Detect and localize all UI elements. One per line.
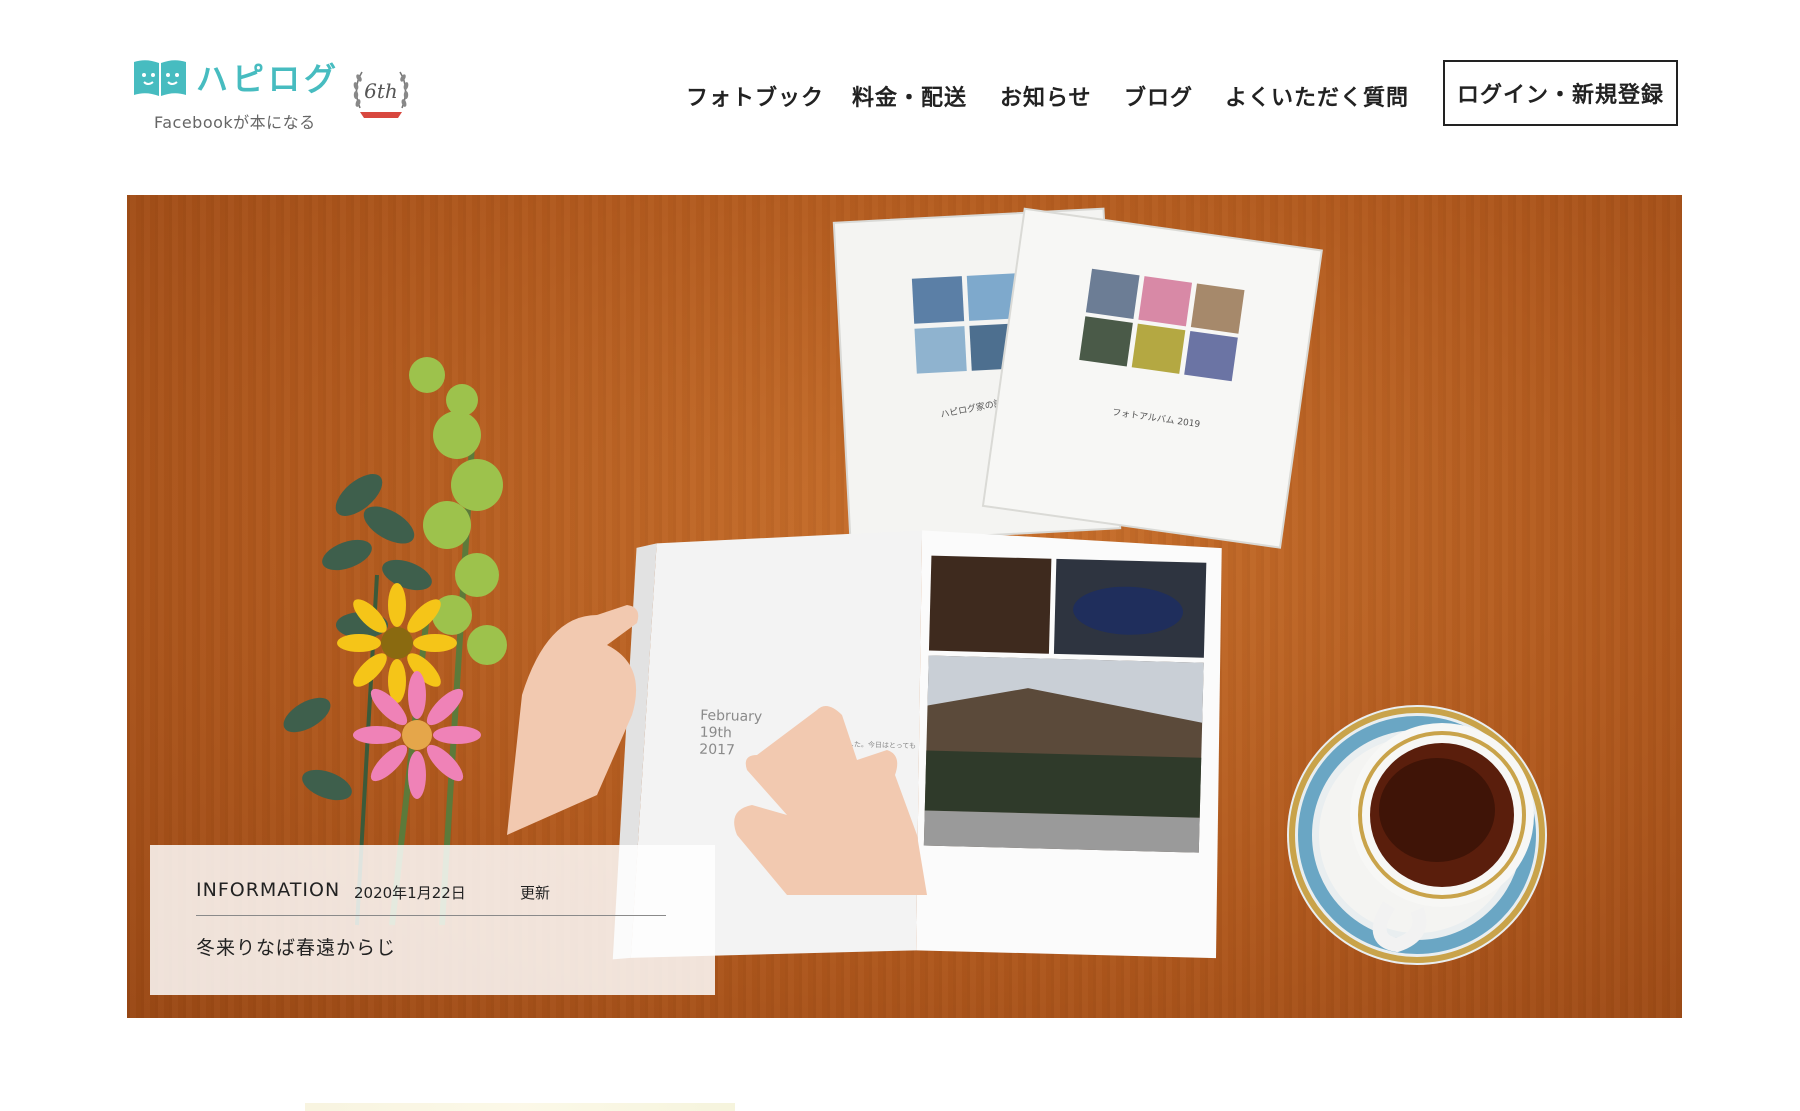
nav-blog[interactable]: ブログ	[1124, 80, 1193, 112]
open-book-date-2: 19th	[700, 725, 733, 742]
photobook-closed-right: フォトアルバム 2019	[981, 207, 1323, 549]
open-book-date-3: 2017	[699, 742, 735, 759]
nav-pricing-shipping[interactable]: 料金・配送	[852, 80, 967, 112]
info-title-link[interactable]: 冬来りなば春遠からじ	[196, 933, 396, 960]
info-meta-row: INFORMATION 2020年1月22日 更新	[196, 879, 666, 916]
info-date: 2020年1月22日	[354, 884, 466, 902]
brand-tagline: Facebookが本になる	[154, 113, 316, 132]
open-book-date-1: February	[700, 708, 762, 726]
login-signup-button[interactable]: ログイン・新規登録	[1443, 60, 1678, 126]
info-label: INFORMATION	[196, 879, 341, 901]
flowers	[283, 357, 507, 926]
nav-faq[interactable]: よくいただく質問	[1225, 80, 1409, 112]
info-updated-label: 更新	[520, 884, 551, 902]
nav-photobook[interactable]: フォトブック	[686, 80, 824, 112]
next-section-edge	[305, 1103, 735, 1111]
nav-news[interactable]: お知らせ	[1000, 80, 1092, 112]
teacup	[1287, 705, 1547, 965]
info-card[interactable]: INFORMATION 2020年1月22日 更新 冬来りなば春遠からじ	[150, 845, 715, 995]
